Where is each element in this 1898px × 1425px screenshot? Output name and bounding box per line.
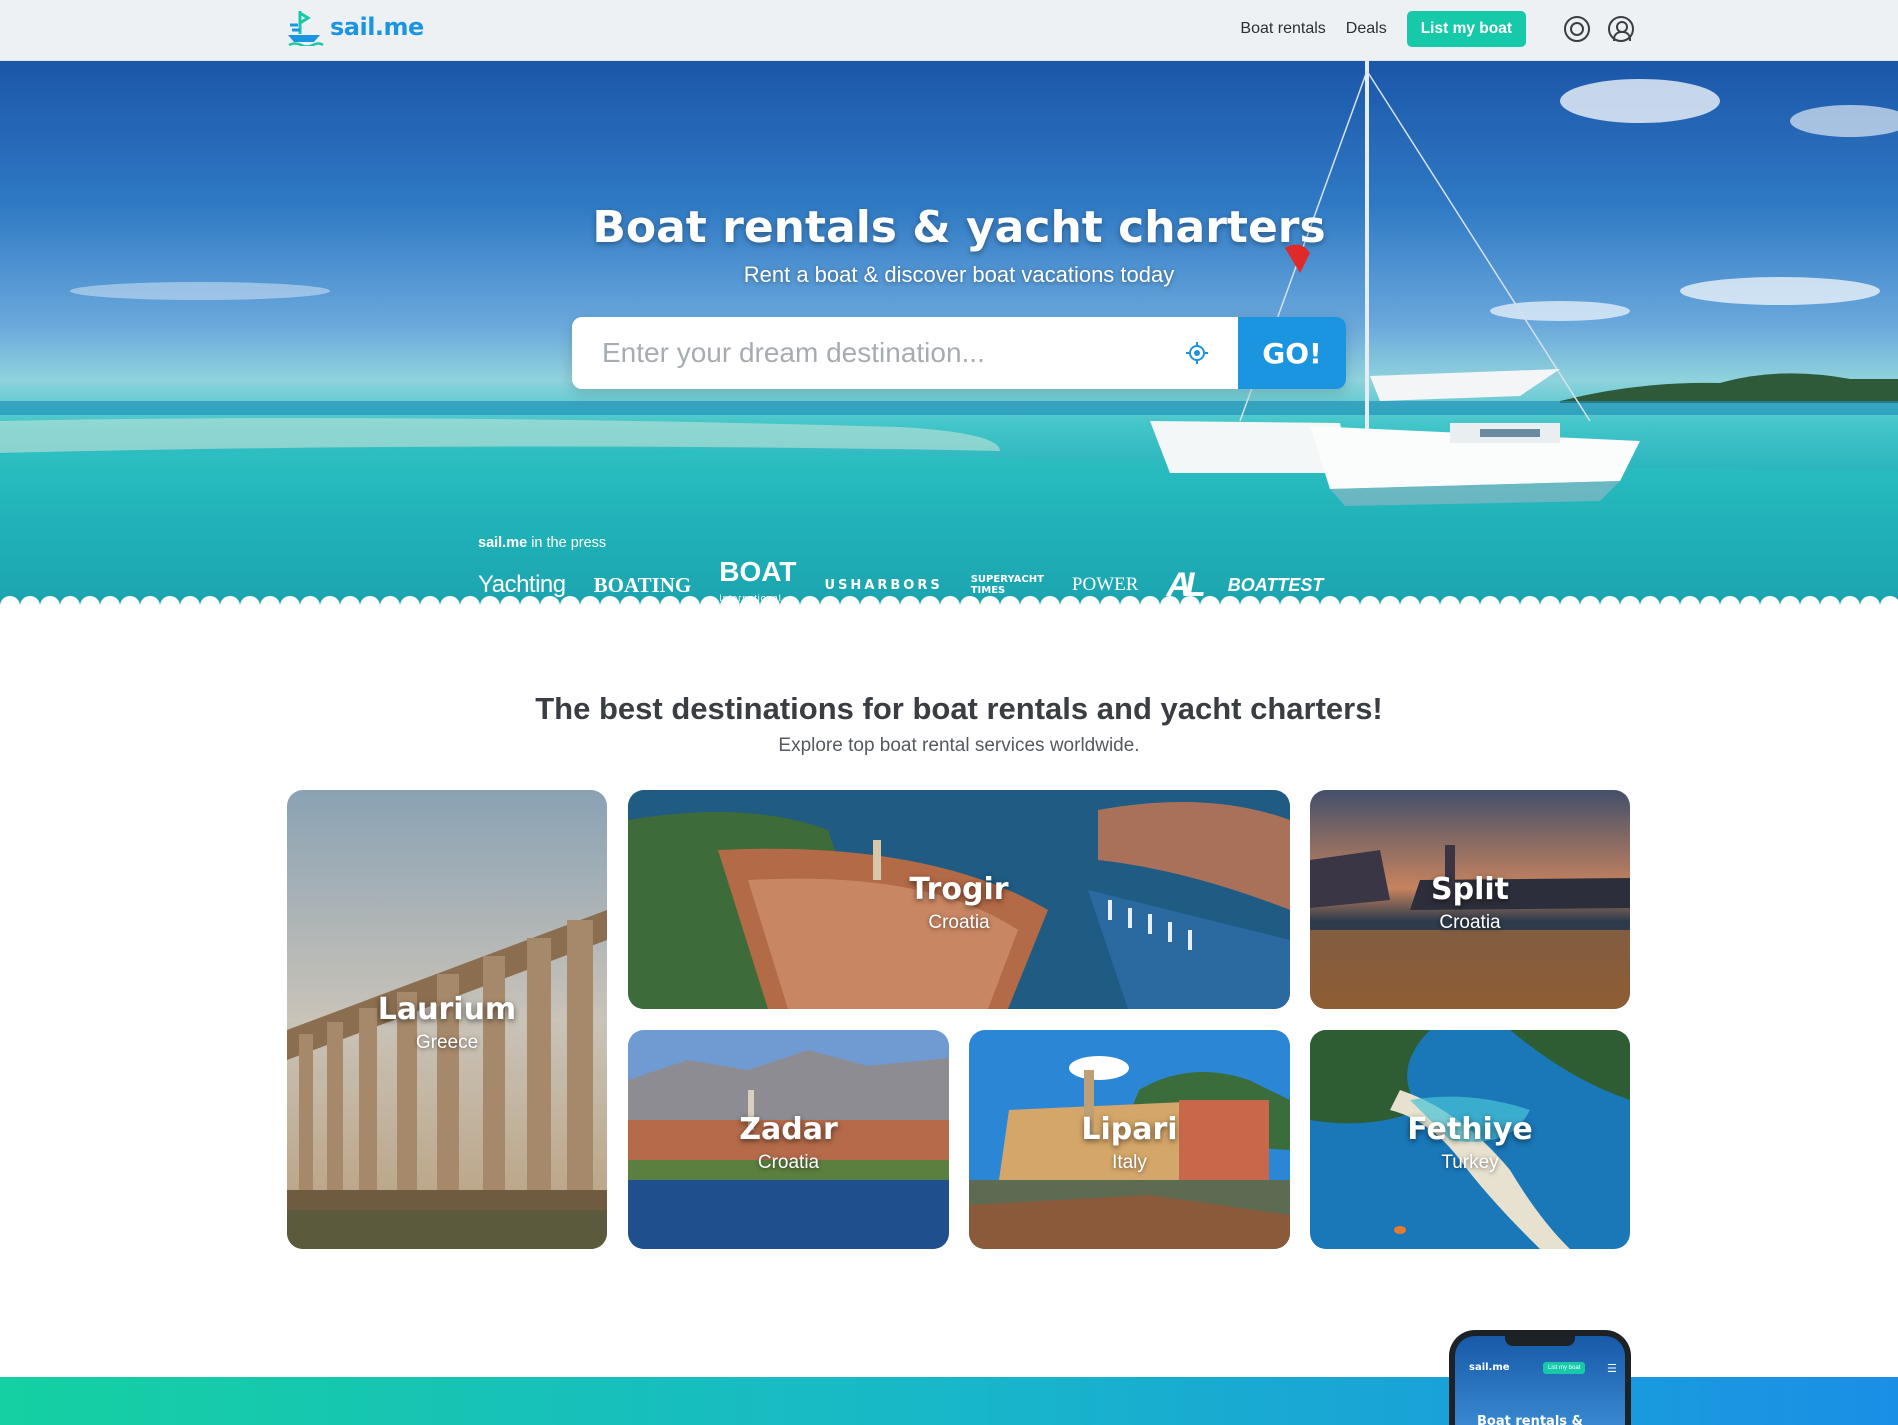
card-name: Trogir: [909, 872, 1009, 907]
destination-search-input[interactable]: [572, 317, 1184, 389]
phone-mockup: sail.me List my boat ☰ Boat rentals &: [1449, 1330, 1631, 1425]
hero-subtitle: Rent a boat & discover boat vacations to…: [743, 262, 1175, 287]
hero-title: Boat rentals & yacht charters: [592, 202, 1326, 253]
card-country: Turkey: [1441, 1152, 1499, 1173]
destination-card-laurium[interactable]: Laurium Greece: [287, 790, 607, 1249]
list-my-boat-button[interactable]: List my boat: [1406, 11, 1526, 47]
destination-card-zadar[interactable]: Zadar Croatia: [628, 1030, 949, 1249]
nav-links: Boat rentals Deals List my boat: [1240, 11, 1634, 47]
press-logo-superyacht-line1: SUPERYACHT: [970, 574, 1044, 585]
destination-card-split[interactable]: Split Croatia: [1310, 790, 1630, 1009]
card-country: Croatia: [1439, 912, 1501, 933]
card-name: Zadar: [739, 1112, 838, 1147]
press-logo-boat-text: BOAT: [719, 556, 797, 587]
destination-search: GO!: [572, 317, 1346, 389]
nav-deals[interactable]: Deals: [1346, 20, 1387, 38]
destination-card-trogir[interactable]: Trogir Croatia: [628, 790, 1290, 1009]
go-button[interactable]: GO!: [1238, 317, 1346, 389]
phone-title: Boat rentals &: [1477, 1414, 1583, 1425]
hero-section: Boat rentals & yacht charters Rent a boa…: [0, 61, 1898, 611]
card-country: Greece: [415, 1032, 479, 1053]
help-icon[interactable]: [1564, 16, 1590, 42]
user-icon[interactable]: [1608, 16, 1634, 42]
destinations-title: The best destinations for boat rentals a…: [535, 691, 1383, 726]
top-navbar: sail.me Boat rentals Deals List my boat: [0, 0, 1898, 61]
page: sail.me Boat rentals Deals List my boat: [0, 0, 1898, 1425]
phone-screen: sail.me List my boat ☰ Boat rentals &: [1455, 1336, 1625, 1425]
locate-button[interactable]: [1184, 317, 1238, 389]
destinations-subtitle: Explore top boat rental services worldwi…: [778, 735, 1140, 756]
destination-card-lipari[interactable]: Lipari Italy: [969, 1030, 1290, 1249]
card-country: Croatia: [757, 1152, 820, 1173]
card-name: Fethiye: [1407, 1112, 1533, 1147]
card-country: Croatia: [928, 912, 990, 933]
nav-boat-rentals[interactable]: Boat rentals: [1240, 20, 1325, 38]
wave-divider: [0, 596, 1898, 616]
press-suffix: in the press: [527, 535, 607, 551]
card-name: Lipari: [1081, 1112, 1178, 1147]
logo-text: sail.me: [330, 13, 424, 41]
press-brand: sail.me: [478, 535, 528, 551]
phone-logo: sail.me: [1469, 1362, 1510, 1373]
site-logo[interactable]: sail.me: [286, 8, 424, 46]
press-label: sail.me in the press: [478, 535, 1438, 551]
phone-list-button: List my boat: [1543, 1362, 1586, 1374]
locate-icon: [1186, 342, 1208, 364]
menu-icon: ☰: [1607, 1362, 1617, 1375]
press-logo-usharbors[interactable]: USHARBORS: [825, 578, 943, 593]
logo-boat-icon: [288, 11, 324, 46]
phone-notch: [1505, 1336, 1575, 1346]
card-country: Italy: [1112, 1152, 1147, 1173]
card-name: Laurium: [377, 992, 517, 1027]
destination-card-fethiye[interactable]: Fethiye Turkey: [1310, 1030, 1630, 1249]
card-name: Split: [1431, 872, 1509, 907]
